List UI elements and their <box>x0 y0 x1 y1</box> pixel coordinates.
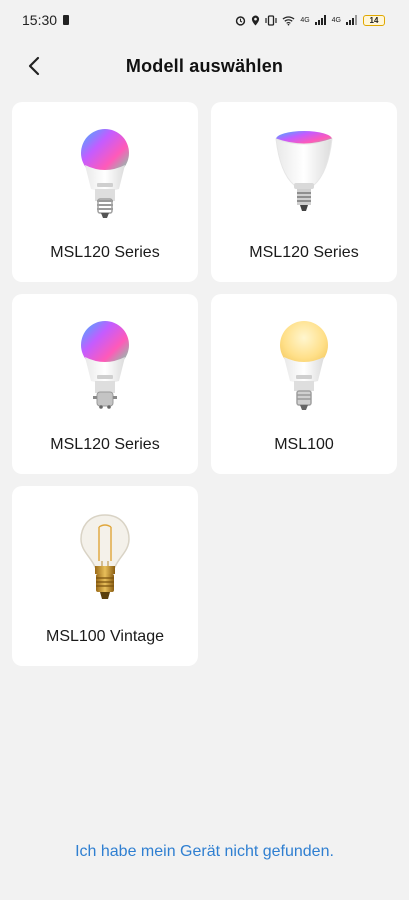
status-left: 15:30 <box>22 12 70 28</box>
model-card[interactable]: MSL100 Vintage <box>12 486 198 666</box>
alarm-icon <box>236 15 246 26</box>
model-label: MSL120 Series <box>50 244 160 261</box>
model-card[interactable]: MSL120 Series <box>12 102 198 282</box>
page-title: Modell auswählen <box>125 55 284 76</box>
battery-level: 14 <box>369 15 379 25</box>
rgb-bulb-e27-icon <box>65 124 145 224</box>
back-button[interactable] <box>20 52 48 80</box>
chevron-left-icon <box>28 56 40 76</box>
clock: 15:30 <box>22 12 58 28</box>
vibrate-icon <box>265 14 277 26</box>
header: Modell auswählen <box>0 44 409 88</box>
model-grid: MSL120 Series MSL120 Series MSL120 Serie… <box>12 102 397 666</box>
vintage-filament-bulb-icon <box>65 508 145 608</box>
status-right: 4G 4G 14 <box>235 14 385 26</box>
status-bar: 15:30 4G 4G 14 <box>0 0 409 40</box>
warm-white-bulb-icon <box>264 316 344 416</box>
model-card[interactable]: MSL120 Series <box>12 294 198 474</box>
model-card[interactable]: MSL120 Series <box>211 102 397 282</box>
signal-icon-2 <box>346 15 357 25</box>
model-card[interactable]: MSL100 <box>211 294 397 474</box>
battery-icon: 14 <box>363 14 385 26</box>
model-label: MSL100 <box>274 436 334 453</box>
rgb-bulb-b22-icon <box>65 316 145 416</box>
sim-card-icon <box>63 15 70 25</box>
model-label: MSL100 Vintage <box>45 628 164 645</box>
device-not-found-link[interactable]: Ich habe mein Gerät nicht gefunden. <box>0 843 409 861</box>
screen: 15:30 4G 4G 14 Modell auswählen MSL120 S… <box>0 0 409 900</box>
wifi-icon <box>282 15 295 26</box>
network-type-2: 4G <box>331 16 341 24</box>
rgb-flood-bulb-icon <box>264 124 344 224</box>
model-label: MSL120 Series <box>50 436 160 453</box>
network-type-1: 4G <box>300 16 310 24</box>
model-label: MSL120 Series <box>249 244 359 261</box>
signal-icon <box>314 15 326 25</box>
location-icon <box>252 15 260 25</box>
